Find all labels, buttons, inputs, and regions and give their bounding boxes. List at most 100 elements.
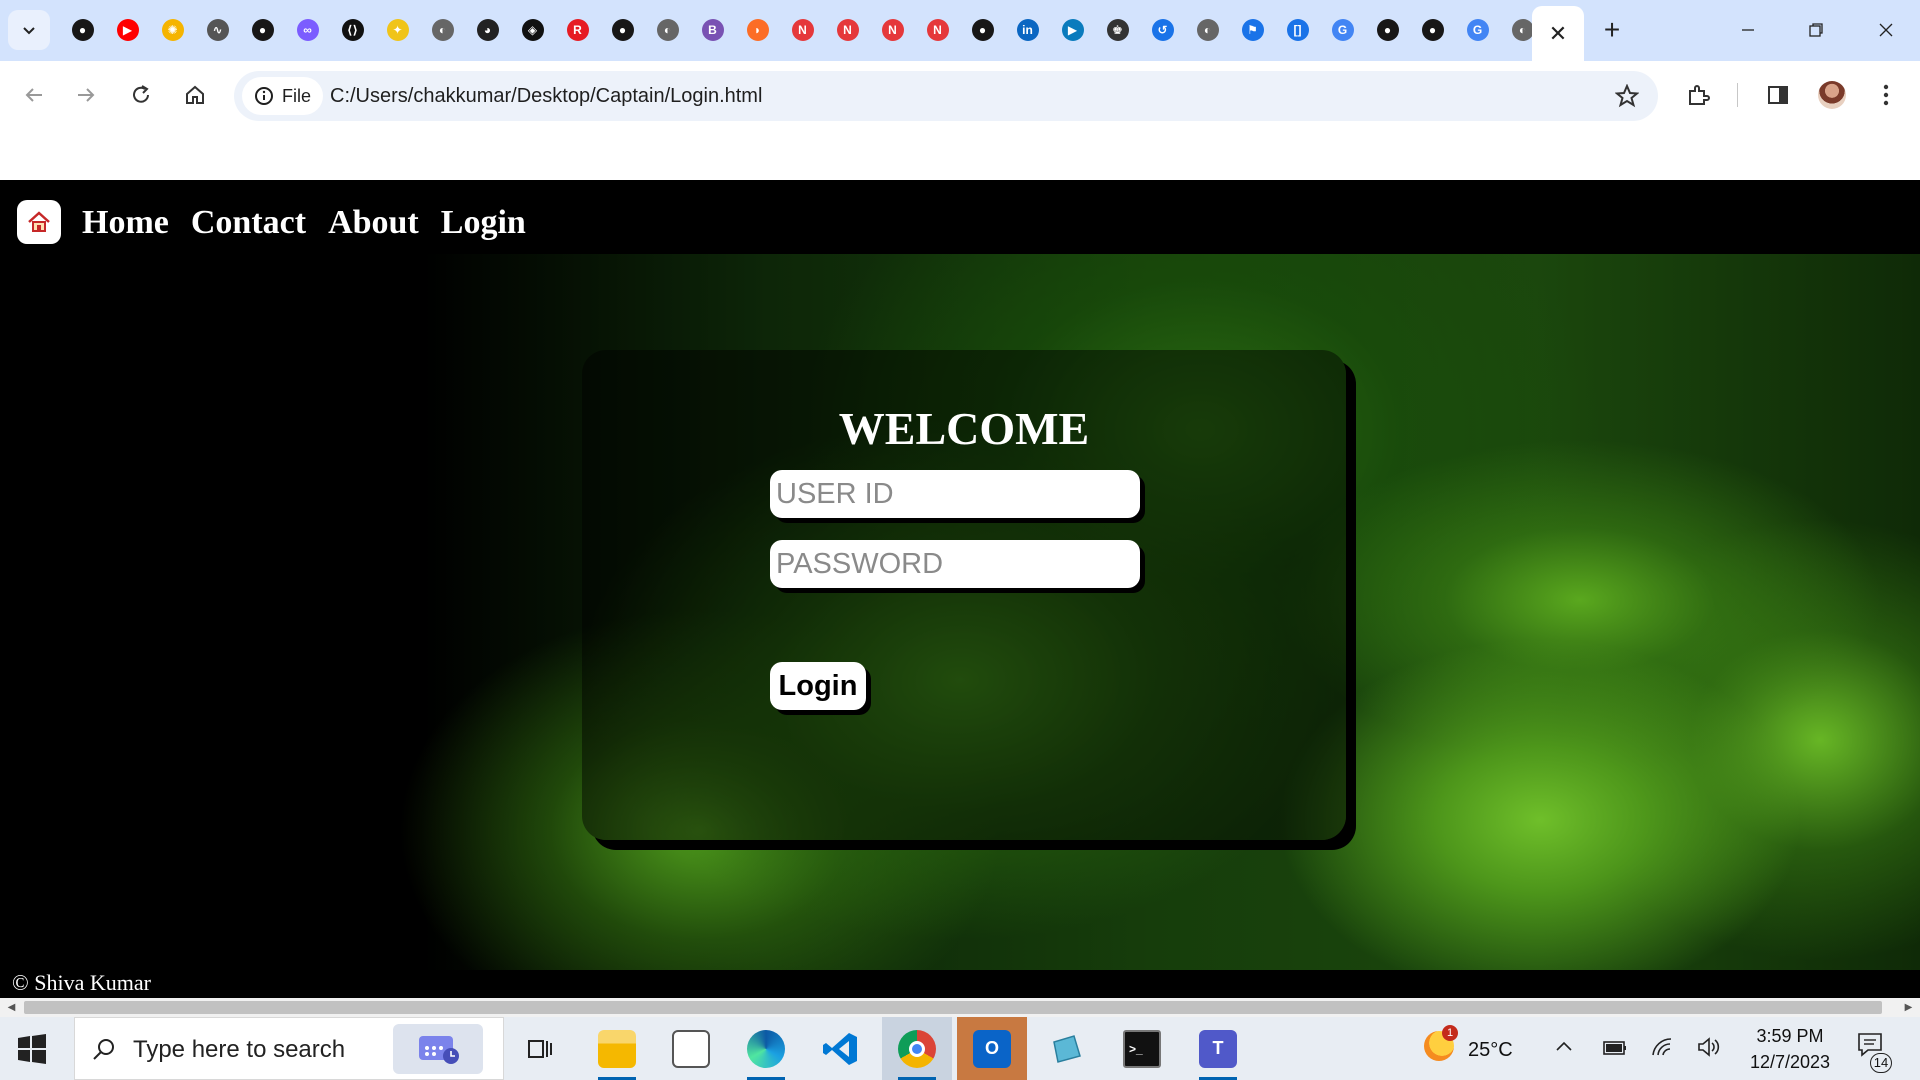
nav-login-link[interactable]: Login [441,204,526,242]
file-explorer-app[interactable] [582,1017,652,1080]
teams-app[interactable]: T [1183,1017,1253,1080]
browser-tab[interactable]: ● [1410,12,1455,48]
edge-icon [747,1029,785,1068]
browser-tab[interactable]: ↺ [1140,12,1185,48]
battery-status[interactable] [1602,1037,1628,1064]
browser-tab[interactable]: G [1320,12,1365,48]
browser-tab[interactable]: ◐ [420,12,465,48]
task-view-button[interactable] [505,1017,575,1080]
active-tab[interactable]: ✕ [1532,6,1584,61]
close-window-button[interactable] [1856,12,1916,48]
minimize-button[interactable] [1718,12,1778,48]
browser-tab[interactable]: ⟨⟩ [330,12,375,48]
browser-tab[interactable]: ● [240,12,285,48]
history-icon: ↺ [1151,19,1174,41]
globe-icon: ◐ [1196,19,1219,41]
chart-icon: ∿ [206,19,229,41]
login-button[interactable]: Login [770,662,866,710]
wifi-icon [1652,1038,1672,1056]
browser-tab[interactable]: G [1455,12,1500,48]
side-panel-button[interactable] [1758,75,1798,115]
nav-about-link[interactable]: About [328,204,419,242]
show-hidden-icons-button[interactable] [1552,1035,1580,1063]
browser-tab[interactable]: ◐ [645,12,690,48]
browser-tab[interactable]: ▶ [105,12,150,48]
browser-tab[interactable]: ● [600,12,645,48]
home-button[interactable] [175,75,215,115]
browser-tab[interactable]: ⚑ [1230,12,1275,48]
chrome-icon [898,1029,936,1068]
tab-search-button[interactable] [8,10,50,50]
new-tab-button[interactable]: + [1594,12,1630,48]
browser-tab[interactable]: ✺ [150,12,195,48]
browser-tab[interactable]: N [780,12,825,48]
reload-button[interactable] [121,75,161,115]
weather-widget[interactable]: 1 25°C [1420,1025,1540,1073]
bootstrap-icon: B [701,19,724,41]
volume-control[interactable] [1696,1035,1722,1064]
taskbar-search-box[interactable]: Type here to search [74,1017,504,1080]
horizontal-scrollbar[interactable]: ◀ ▶ [0,998,1920,1017]
browser-tab[interactable]: N [870,12,915,48]
network-status[interactable] [1650,1035,1676,1064]
profile-avatar[interactable] [1812,75,1852,115]
nav-home-link[interactable]: Home [82,204,169,242]
start-button[interactable] [14,1031,50,1067]
n-icon: N [836,19,859,41]
close-tab-icon[interactable]: ✕ [1549,21,1567,47]
browser-tab[interactable]: N [825,12,870,48]
system-clock[interactable]: 3:59 PM 12/7/2023 [1740,1023,1840,1075]
outlook-app[interactable]: O [957,1017,1027,1080]
url-text[interactable]: C:/Users/chakkumar/Desktop/Captain/Login… [330,71,762,121]
notification-center-button[interactable]: 14 [1856,1031,1896,1073]
browser-tab[interactable]: ◕ [465,12,510,48]
site-navbar: Home Contact About Login [0,180,1920,254]
extensions-button[interactable] [1678,75,1718,115]
terminal-app[interactable]: >_ [1107,1017,1177,1080]
browser-tab[interactable]: ● [1365,12,1410,48]
forward-button[interactable] [66,75,106,115]
browser-tab[interactable]: N [915,12,960,48]
browser-tab[interactable]: ▶ [1050,12,1095,48]
browser-tab[interactable]: ◗ [735,12,780,48]
restore-button[interactable] [1786,12,1846,48]
browser-menu-button[interactable] [1866,75,1906,115]
footer-copyright: © Shiva Kumar [12,970,151,995]
browser-tab[interactable]: ✦ [375,12,420,48]
windows-logo-icon [18,1034,46,1064]
scroll-left-arrow-icon[interactable]: ◀ [2,998,21,1017]
scroll-right-arrow-icon[interactable]: ▶ [1899,998,1918,1017]
browser-tab[interactable]: in [1005,12,1050,48]
scrollbar-thumb[interactable] [24,1001,1882,1014]
nav-links: Home Contact About Login [82,204,526,242]
browser-tab[interactable]: ♚ [1095,12,1140,48]
browser-tab[interactable]: ∞ [285,12,330,48]
edge-browser-app[interactable] [731,1017,801,1080]
address-bar[interactable]: File C:/Users/chakkumar/Desktop/Captain/… [234,71,1658,121]
browser-tab[interactable]: R [555,12,600,48]
github-icon: ● [611,19,634,41]
browser-tab[interactable]: ● [60,12,105,48]
globe-icon: ◐ [1511,19,1534,41]
bookmark-button[interactable] [1612,81,1642,111]
vscode-app[interactable] [806,1017,876,1080]
github-icon: ● [1376,19,1399,41]
microsoft-store-app[interactable] [656,1017,726,1080]
password-input[interactable] [770,540,1140,588]
browser-tab[interactable]: B [690,12,735,48]
site-info-chip[interactable]: File [242,77,324,115]
back-button[interactable] [14,75,54,115]
user-id-input[interactable] [770,470,1140,518]
browser-tab[interactable]: ◈ [510,12,555,48]
browser-tab[interactable]: ◐ [1185,12,1230,48]
nav-contact-link[interactable]: Contact [191,204,306,242]
folder-icon [598,1029,636,1068]
github-icon: ● [251,19,274,41]
site-logo[interactable] [17,200,61,244]
browser-tab[interactable]: ∿ [195,12,240,48]
notes-app[interactable] [1032,1017,1102,1080]
flag-icon: ⚑ [1241,19,1264,41]
browser-tab[interactable]: [] [1275,12,1320,48]
chrome-app[interactable] [882,1017,952,1080]
browser-tab[interactable]: ● [960,12,1005,48]
